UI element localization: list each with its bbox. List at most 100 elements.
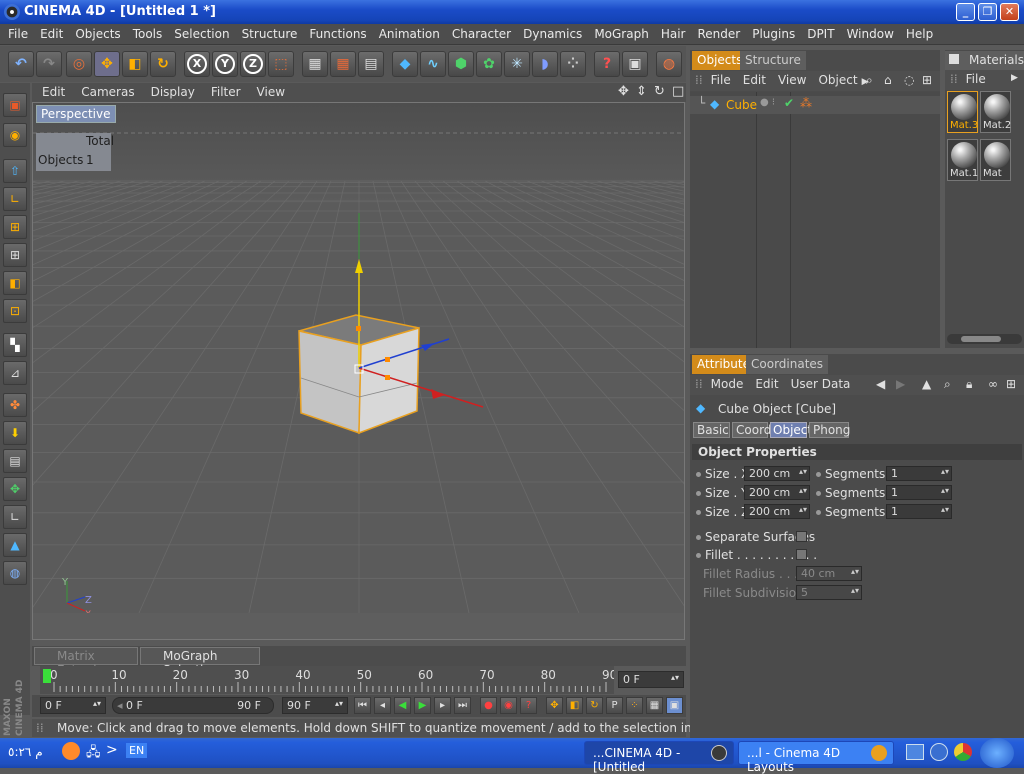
play-backward-icon[interactable]: ◀	[394, 697, 411, 714]
minimize-button[interactable]: _	[956, 3, 975, 21]
render-settings-icon[interactable]: ▤	[358, 51, 384, 77]
particle-icon[interactable]: ✳	[504, 51, 530, 77]
undo-icon[interactable]: ↶	[8, 51, 34, 77]
menu-character[interactable]: Character	[444, 24, 515, 41]
chevron-right-icon[interactable]: >	[106, 742, 118, 758]
sculpt-icon[interactable]: ✤	[3, 393, 27, 417]
chrome-icon[interactable]	[954, 743, 972, 761]
fillet-subdivision-input[interactable]: 5 ▴▾	[796, 585, 862, 600]
timeline-window-icon[interactable]: ▣	[666, 697, 683, 714]
viewport-nav-zoom-icon[interactable]: ⇕	[636, 84, 647, 99]
lock-icon[interactable]: 🔒︎	[966, 377, 972, 392]
y-axis-icon[interactable]: Y	[212, 51, 238, 77]
checker-icon[interactable]: ▚	[3, 333, 27, 357]
tab-coordinates[interactable]: Coordinates	[746, 355, 829, 374]
current-frame-field[interactable]: 0 F ▴▾	[618, 671, 684, 688]
mograph-selection-button[interactable]: MoGraph Selection	[140, 647, 260, 677]
start-button[interactable]	[980, 738, 1014, 768]
redo-icon[interactable]: ↷	[36, 51, 62, 77]
objects-menu-edit[interactable]: Edit	[735, 71, 770, 87]
menu-tools[interactable]: Tools	[125, 24, 167, 41]
use-model-icon[interactable]: ▣	[3, 93, 27, 117]
coordinate-system-icon[interactable]: ⬚	[268, 51, 294, 77]
material-swatch[interactable]: Mat.1	[947, 139, 978, 181]
mograph-icon[interactable]: ⁘	[560, 51, 586, 77]
viewport-menu-cameras[interactable]: Cameras	[71, 83, 140, 99]
menu-mograph[interactable]: MoGraph	[586, 24, 653, 41]
materials-scrollbar[interactable]	[947, 334, 1022, 344]
sphere-icon[interactable]: ◍	[3, 561, 27, 585]
key-parameter-icon[interactable]: P	[606, 697, 623, 714]
new-panel-icon[interactable]: ⊞	[1006, 377, 1016, 391]
menu-render[interactable]: Render	[689, 24, 744, 41]
menu-selection[interactable]: Selection	[166, 24, 233, 41]
visibility-dots-icon[interactable]: ● ⁝	[760, 97, 775, 108]
viewport-nav-rotate-icon[interactable]: ↻	[654, 84, 665, 99]
segments-x-input[interactable]: 1 ▴▾	[886, 466, 952, 481]
separate-surfaces-checkbox[interactable]	[796, 531, 807, 542]
search-icon[interactable]: ⌕	[944, 377, 951, 392]
network-icon[interactable]: 🖧︎	[86, 743, 101, 765]
attributes-menu-user-data[interactable]: User Data	[783, 375, 855, 391]
edges-mode-icon[interactable]: ⊞	[3, 243, 27, 267]
material-swatch[interactable]: Mat.2	[980, 91, 1011, 133]
menu-plugins[interactable]: Plugins	[744, 24, 799, 41]
show-desktop-icon[interactable]	[906, 744, 924, 760]
search-icon[interactable]: ⌕	[866, 73, 873, 88]
live-selection-icon[interactable]: ◎	[66, 51, 92, 77]
cube-primitive-icon[interactable]: ◆	[392, 51, 418, 77]
menu-structure[interactable]: Structure	[234, 24, 302, 41]
z-axis-icon[interactable]: Z	[240, 51, 266, 77]
matrix-extrude-button[interactable]: Matrix Extrude	[34, 647, 138, 677]
use-object-axis-icon[interactable]: ⇧	[3, 159, 27, 183]
viewport-nav-move-icon[interactable]: ✥	[618, 84, 629, 99]
segments-z-input[interactable]: 1 ▴▾	[886, 504, 952, 519]
spline-icon[interactable]: ∿	[420, 51, 446, 77]
eye-icon[interactable]: ◌	[904, 73, 914, 87]
step-forward-icon[interactable]: ▸	[434, 697, 451, 714]
polygons-mode-icon[interactable]: ◧	[3, 271, 27, 295]
uv-mode-icon[interactable]: ⊡	[3, 299, 27, 323]
language-indicator[interactable]: EN	[126, 743, 148, 758]
playhead[interactable]	[43, 669, 51, 683]
materials-tab[interactable]: Materials	[945, 51, 1024, 70]
start-frame-field[interactable]: 0 F ▴▾	[40, 697, 106, 714]
viewport-menu-view[interactable]: View	[247, 83, 291, 99]
size-x-input[interactable]: 200 cm ▴▾	[744, 466, 810, 481]
material-swatch[interactable]: Mat	[980, 139, 1011, 181]
render-view-icon[interactable]: ▦	[302, 51, 328, 77]
fillet-checkbox[interactable]	[796, 549, 807, 560]
home-icon[interactable]: ⌂	[884, 73, 892, 87]
snap-icon[interactable]: ✥	[3, 477, 27, 501]
viewport-menu-filter[interactable]: Filter	[201, 83, 247, 99]
timeline-ruler[interactable]: 0 10 20 30 40 50 60 70 80 90	[40, 666, 617, 694]
menu-dpit[interactable]: DPIT	[799, 24, 838, 41]
menu-help[interactable]: Help	[898, 24, 937, 41]
new-panel-icon[interactable]: ⊞	[922, 73, 932, 87]
play-forward-icon[interactable]: ▶	[414, 697, 431, 714]
array-icon[interactable]: ✿	[476, 51, 502, 77]
attributes-menu-edit[interactable]: Edit	[747, 375, 782, 391]
objects-menu-object[interactable]: Object	[810, 71, 861, 87]
segments-y-input[interactable]: 1 ▴▾	[886, 485, 952, 500]
tab-structure[interactable]: Structure	[740, 51, 806, 70]
interpolation-icon[interactable]: ▦	[646, 697, 663, 714]
enabled-check-icon[interactable]: ✔	[784, 96, 794, 110]
scale-icon[interactable]: ◧	[122, 51, 148, 77]
menu-dynamics[interactable]: Dynamics	[515, 24, 586, 41]
subtab-basic[interactable]: Basic	[693, 422, 730, 438]
perspective-viewport[interactable]: Y Z X Perspective Total Objects 1	[32, 102, 685, 640]
viewport-menu-edit[interactable]: Edit	[32, 83, 71, 99]
size-z-input[interactable]: 200 cm ▴▾	[744, 504, 810, 519]
key-position-icon[interactable]: ✥	[546, 697, 563, 714]
autokey-icon[interactable]: ◉	[500, 697, 517, 714]
subtab-object[interactable]: Object	[770, 422, 812, 438]
viewport-menu-display[interactable]: Display	[141, 83, 201, 99]
close-button[interactable]: ✕	[1000, 3, 1019, 21]
step-back-icon[interactable]: ◂	[374, 697, 391, 714]
frame-range-slider[interactable]: ◂ 0 F 90 F	[112, 697, 274, 714]
magnet-icon[interactable]: ⬇	[3, 421, 27, 445]
workplane-icon[interactable]: ⊿	[3, 361, 27, 385]
fillet-radius-input[interactable]: 40 cm ▴▾	[796, 566, 862, 581]
menu-objects[interactable]: Objects	[67, 24, 124, 41]
